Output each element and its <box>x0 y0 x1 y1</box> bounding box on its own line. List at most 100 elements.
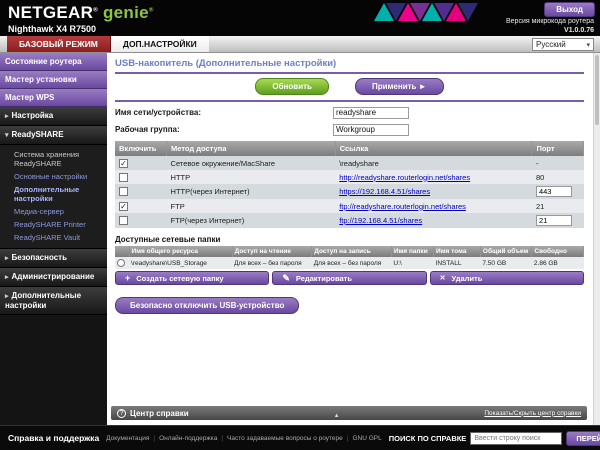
col-enable: Включить <box>115 141 167 156</box>
chevron-down-icon <box>586 40 590 49</box>
device-name-field[interactable] <box>333 107 409 119</box>
mode-tabbar: БАЗОВЫЙ РЕЖИМ ДОП.НАСТРОЙКИ Русский <box>0 36 600 53</box>
reg-mark: ® <box>149 7 154 13</box>
enable-checkbox[interactable] <box>119 187 128 196</box>
sidebar-item-advanced-settings[interactable]: Дополнительные настройки <box>13 183 105 205</box>
sidebar-group-administration[interactable]: Администрирование <box>0 268 107 287</box>
genie-wordmark: genie <box>103 3 149 22</box>
col-free-space: Свободно <box>532 246 584 257</box>
network-folders-table: Имя общего ресурса Доступ на чтение Дост… <box>115 246 584 269</box>
help-toggle-link[interactable]: Показать/Скрыть центр справки <box>484 410 581 417</box>
reg-mark: ® <box>93 7 98 13</box>
tab-advanced-settings[interactable]: ДОП.НАСТРОЙКИ <box>111 36 209 52</box>
port-value: 80 <box>532 170 584 184</box>
sidebar-item-media-server[interactable]: Медиа-сервер <box>13 205 105 218</box>
sidebar-group-advanced[interactable]: Дополнительные настройки <box>0 287 107 315</box>
firmware-version: Версия микрокода роутера V1.0.0.76 <box>506 17 594 35</box>
header: NETGEAR®genie® Выход Версия микрокода ро… <box>0 0 600 36</box>
readyshare-submenu: Система хранения ReadySHARE Основные нас… <box>0 145 107 249</box>
write-access: Для всех – без пароля <box>312 257 392 269</box>
question-icon: ? <box>117 409 126 418</box>
workgroup-label: Рабочая группа: <box>115 125 180 134</box>
divider <box>115 100 584 102</box>
sidebar-item-readyshare-storage[interactable]: Система хранения ReadySHARE <box>13 148 105 170</box>
folder-radio[interactable] <box>117 259 125 267</box>
help-search-label: ПОИСК ПО СПРАВКЕ <box>389 434 467 443</box>
sidebar-item-readyshare-printer[interactable]: ReadySHARE Printer <box>13 218 105 231</box>
access-method: FTP <box>167 199 336 213</box>
table-header-row: Имя общего ресурса Доступ на чтение Дост… <box>115 246 584 257</box>
enable-checkbox[interactable] <box>119 216 128 225</box>
delete-folder-button[interactable]: Удалить <box>430 271 584 285</box>
col-port: Порт <box>532 141 584 156</box>
sidebar-group-security[interactable]: Безопасность <box>0 249 107 268</box>
sidebar: Состояние роутера Мастер установки Масте… <box>0 53 107 425</box>
apply-button[interactable]: Применить ► <box>355 78 444 95</box>
refresh-button[interactable]: Обновить <box>255 78 329 95</box>
enable-checkbox[interactable] <box>119 173 128 182</box>
sidebar-group-setup[interactable]: Настройка <box>0 107 107 126</box>
footer-link-faq[interactable]: Часто задаваемые вопросы о роутере <box>227 435 343 442</box>
brand-logo: NETGEAR®genie® <box>8 3 154 23</box>
workgroup-row: Рабочая группа: <box>115 121 584 138</box>
help-center-title: Центр справки <box>130 409 189 418</box>
scrollbar-thumb[interactable] <box>595 55 599 125</box>
enable-checkbox[interactable] <box>119 202 128 211</box>
port-value: 21 <box>532 199 584 213</box>
sidebar-item-router-status[interactable]: Состояние роутера <box>0 53 107 71</box>
footer-link-online-support[interactable]: Онлайн-поддержка <box>159 435 217 442</box>
sidebar-item-readyshare-vault[interactable]: ReadySHARE Vault <box>13 231 105 244</box>
col-write-access: Доступ на запись <box>312 246 392 257</box>
edit-folder-button[interactable]: Редактировать <box>272 271 426 285</box>
share-link[interactable]: https://192.168.4.51/shares <box>339 187 430 196</box>
enable-checkbox[interactable] <box>119 159 128 168</box>
share-name: \readyshare\USB_Storage <box>129 257 232 269</box>
sidebar-item-wps-wizard[interactable]: Мастер WPS <box>0 89 107 107</box>
footer-link-documentation[interactable]: Документация <box>106 435 149 442</box>
logout-button[interactable]: Выход <box>544 2 595 17</box>
footer: Справка и поддержка Документация | Онлай… <box>0 425 600 450</box>
x-icon <box>440 273 446 283</box>
table-row: FTP(через Интернет) ftp://192.168.4.51/s… <box>115 213 584 228</box>
volume-name: INSTALL <box>434 257 481 269</box>
port-field[interactable] <box>536 215 572 226</box>
content-scrollbar[interactable] <box>593 53 600 425</box>
safely-remove-usb-button[interactable]: Безопасно отключить USB-устройство <box>115 297 299 314</box>
col-share-name: Имя общего ресурса <box>129 246 232 257</box>
access-method: Сетевое окружение/MacShare <box>167 156 336 170</box>
workgroup-field[interactable] <box>333 124 409 136</box>
share-link[interactable]: ftp://192.168.4.51/shares <box>339 216 422 225</box>
total-space: 7.50 GB <box>480 257 532 269</box>
sidebar-item-setup-wizard[interactable]: Мастер установки <box>0 71 107 89</box>
access-method: HTTP <box>167 170 336 184</box>
folder-actions: Создать сетевую папку Редактировать Удал… <box>115 271 584 285</box>
free-space: 2.86 GB <box>532 257 584 269</box>
collapse-arrow-icon[interactable] <box>334 404 340 421</box>
language-select[interactable]: Русский <box>532 38 594 51</box>
table-header-row: Включить Метод доступа Ссылка Порт <box>115 141 584 156</box>
divider <box>115 72 584 74</box>
device-name-label: Имя сети/устройства: <box>115 108 201 117</box>
footer-link-gnu-gpl[interactable]: GNU GPL <box>352 435 381 442</box>
support-title: Справка и поддержка <box>8 433 99 443</box>
plus-icon <box>125 274 130 283</box>
device-name-row: Имя сети/устройства: <box>115 104 584 121</box>
page-title: USB-накопитель (Дополнительные настройки… <box>115 58 584 69</box>
sidebar-item-basic-settings[interactable]: Основные настройки <box>13 170 105 183</box>
tab-basic-mode[interactable]: БАЗОВЫЙ РЕЖИМ <box>7 36 111 52</box>
network-folders-title: Доступные сетевые папки <box>115 235 584 244</box>
share-link[interactable]: http://readyshare.routerlogin.net/shares <box>339 173 470 182</box>
help-center-bar: ? Центр справки Показать/Скрыть центр сп… <box>111 406 587 420</box>
table-row: \readyshare\USB_Storage Для всех – без п… <box>115 257 584 269</box>
folder-name: U:\ <box>391 257 433 269</box>
main-content: USB-накопитель (Дополнительные настройки… <box>107 53 600 425</box>
share-link[interactable]: ftp://readyshare.routerlogin.net/shares <box>339 202 466 211</box>
help-search-go-button[interactable]: ПЕРЕЙТИ <box>566 431 600 446</box>
help-search-input[interactable] <box>470 432 562 445</box>
col-total-space: Общий объем <box>480 246 532 257</box>
table-row: HTTP(через Интернет) https://192.168.4.5… <box>115 184 584 199</box>
port-field[interactable] <box>536 186 572 197</box>
create-folder-button[interactable]: Создать сетевую папку <box>115 271 269 285</box>
table-row: Сетевое окружение/MacShare \readyshare - <box>115 156 584 170</box>
sidebar-group-readyshare[interactable]: ReadySHARE <box>0 126 107 145</box>
